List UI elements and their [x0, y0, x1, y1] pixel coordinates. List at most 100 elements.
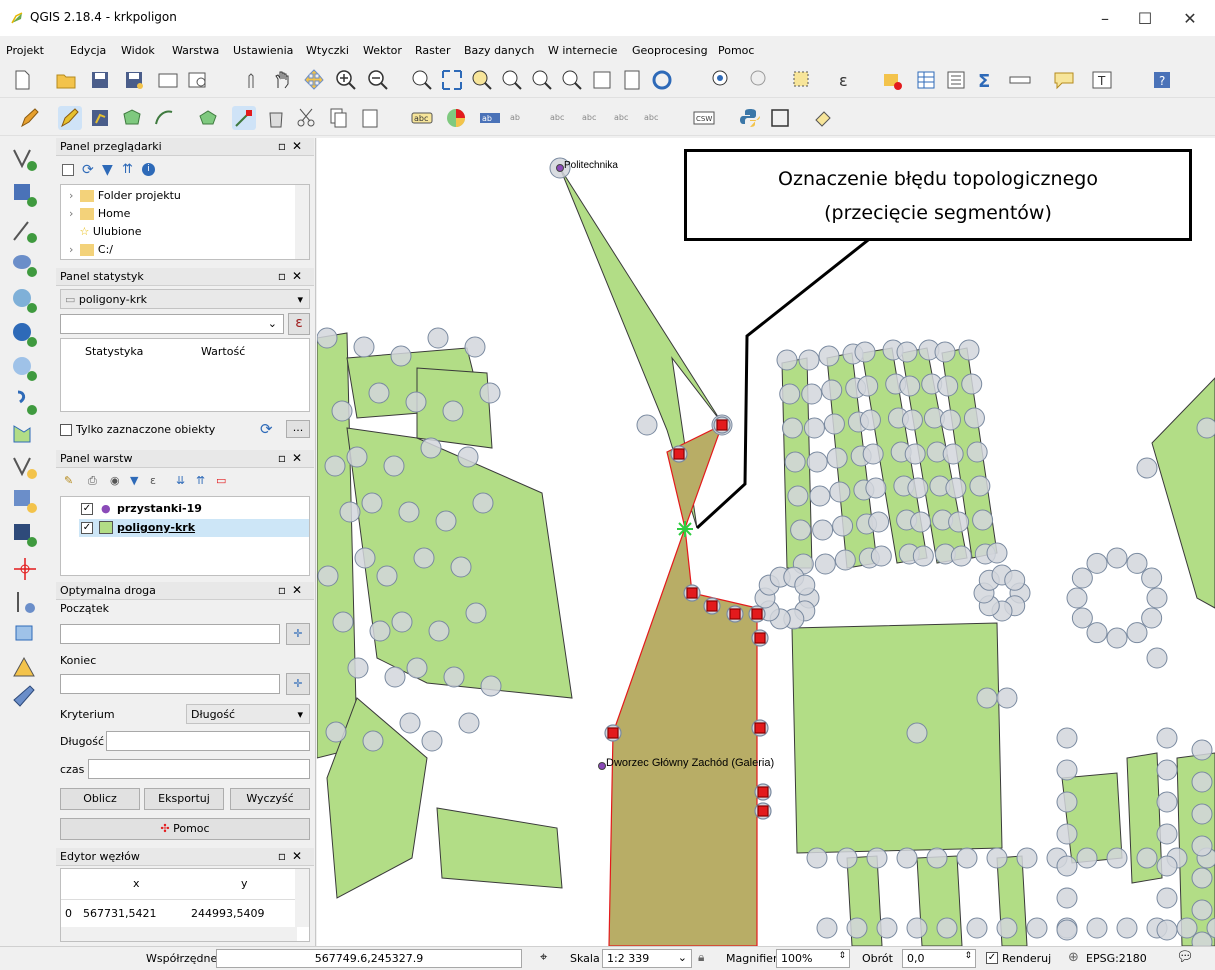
- show-labels-icon[interactable]: ab: [508, 106, 532, 130]
- attribute-table-icon[interactable]: [914, 68, 938, 92]
- magnifier-spinbox[interactable]: 100% ⇕: [776, 949, 850, 968]
- select-by-expression-icon[interactable]: ε: [835, 68, 859, 92]
- stats-layer-combo[interactable]: ▭ poligony-krk ▾: [60, 289, 310, 309]
- layer-name[interactable]: poligony-krk: [117, 521, 195, 534]
- digitize-icon[interactable]: [8, 554, 42, 584]
- map-canvas[interactable]: Politechnika Dworzec Główny Zachód (Gale…: [317, 138, 1215, 946]
- remove-layer-icon[interactable]: ▭: [216, 474, 226, 487]
- statistical-summary-icon[interactable]: Σ: [974, 68, 998, 92]
- layer-name[interactable]: przystanki-19: [117, 502, 202, 515]
- selected-vertex-marker[interactable]: [754, 722, 766, 734]
- layer-visibility-checkbox[interactable]: ✓: [81, 503, 93, 515]
- scale-combo[interactable]: 1:2 339 ⌄: [602, 949, 692, 968]
- rotation-spinbox[interactable]: 0,0 ⇕: [902, 949, 976, 968]
- time-output[interactable]: [88, 759, 310, 779]
- panel-float-close-icon[interactable]: ▫✕: [278, 269, 308, 283]
- add-spatialite-layer-icon[interactable]: [8, 286, 42, 316]
- paste-features-icon[interactable]: [358, 106, 382, 130]
- criterion-combo[interactable]: Długość ▾: [186, 704, 310, 724]
- length-output[interactable]: [106, 731, 310, 751]
- open-project-icon[interactable]: [54, 68, 78, 92]
- panel-float-close-icon[interactable]: ▫✕: [278, 139, 308, 153]
- add-delimited-text-icon[interactable]: [8, 216, 42, 246]
- add-wcs-layer-icon[interactable]: [8, 388, 42, 418]
- selected-vertex-marker[interactable]: [751, 608, 763, 620]
- digitizing-plugin-icon[interactable]: [8, 680, 42, 710]
- zoom-actual-size-icon[interactable]: [410, 68, 434, 92]
- calculate-button[interactable]: Oblicz: [60, 788, 140, 810]
- filter-expression-icon[interactable]: ε: [150, 474, 156, 487]
- selected-vertex-marker[interactable]: [673, 448, 685, 460]
- info-icon[interactable]: i: [142, 163, 155, 176]
- messages-icon[interactable]: 💬︎: [1176, 949, 1194, 965]
- toggle-editing-icon[interactable]: [58, 106, 82, 130]
- selected-vertex-marker[interactable]: [757, 786, 769, 798]
- add-wfs-layer-icon[interactable]: [8, 354, 42, 384]
- export-button[interactable]: Eksportuj: [144, 788, 224, 810]
- add-layer-plugin-icon[interactable]: [8, 620, 42, 650]
- add-virtual-raster-icon[interactable]: [8, 652, 42, 682]
- end-point-input[interactable]: [60, 674, 280, 694]
- tree-item[interactable]: ☆ Ulubione: [69, 225, 142, 238]
- lock-icon[interactable]: 🔒︎: [698, 950, 704, 965]
- add-wms-layer-icon[interactable]: [8, 320, 42, 350]
- extents-toggle-icon[interactable]: ⌖: [540, 950, 547, 965]
- measure-line-icon[interactable]: [1008, 68, 1032, 92]
- new-spatialite-layer-icon[interactable]: [8, 486, 42, 516]
- save-as-icon[interactable]: [122, 68, 146, 92]
- composer-manager-icon[interactable]: [186, 68, 210, 92]
- help-icon[interactable]: ?: [1150, 68, 1174, 92]
- filter-legend-icon[interactable]: ▼: [130, 474, 138, 487]
- only-selected-checkbox[interactable]: [60, 424, 72, 436]
- panel-float-close-icon[interactable]: ▫✕: [278, 849, 308, 863]
- touch-zoom-icon[interactable]: [240, 68, 264, 92]
- node-x-cell[interactable]: 567731,5421: [83, 907, 156, 920]
- menu-pomoc[interactable]: Pomoc: [718, 44, 754, 57]
- expression-button[interactable]: ε: [288, 313, 310, 335]
- menu-geoprocesing[interactable]: Geoprocesing: [632, 44, 708, 57]
- rotate-label-icon[interactable]: abc: [580, 106, 604, 130]
- change-label-icon[interactable]: abc: [612, 106, 636, 130]
- zoom-out-icon[interactable]: [366, 68, 390, 92]
- selected-vertex-marker[interactable]: [757, 805, 769, 817]
- start-point-input[interactable]: [60, 624, 280, 644]
- refresh-icon[interactable]: [650, 68, 674, 92]
- select-features-icon[interactable]: [790, 68, 814, 92]
- layer-diagram-icon[interactable]: [444, 106, 468, 130]
- menu-w-internecie[interactable]: W internecie: [548, 44, 617, 57]
- refresh-icon[interactable]: ⟳: [82, 162, 94, 178]
- zoom-to-selection-icon[interactable]: [470, 68, 494, 92]
- clear-button[interactable]: Wyczyść: [230, 788, 310, 810]
- text-annotation-icon[interactable]: T: [1090, 68, 1114, 92]
- run-feature-action-icon[interactable]: [748, 68, 772, 92]
- tree-item[interactable]: › Folder projektu: [69, 189, 181, 202]
- zoom-next-icon[interactable]: [560, 68, 584, 92]
- selected-vertex-marker[interactable]: [729, 608, 741, 620]
- move-feature-icon[interactable]: [196, 106, 220, 130]
- collapse-all-icon[interactable]: ⇈: [122, 162, 133, 177]
- node-tool-icon[interactable]: [232, 106, 256, 130]
- new-print-composer-icon[interactable]: [156, 68, 180, 92]
- move-label-icon[interactable]: abc: [548, 106, 572, 130]
- scrollbar[interactable]: [295, 185, 309, 259]
- coords-field[interactable]: 567749.6,245327.9: [216, 949, 522, 968]
- scrollbar[interactable]: [295, 869, 309, 927]
- render-checkbox[interactable]: ✓: [986, 952, 998, 964]
- menu-ustawienia[interactable]: Ustawienia: [233, 44, 293, 57]
- rectangle-tool-icon[interactable]: [768, 106, 792, 130]
- new-geopackage-layer-icon[interactable]: [8, 520, 42, 550]
- pan-to-selection-icon[interactable]: [302, 68, 326, 92]
- add-gps-layer-icon[interactable]: [8, 588, 42, 618]
- menu-raster[interactable]: Raster: [415, 44, 450, 57]
- copy-features-icon[interactable]: [326, 106, 350, 130]
- menu-wektor[interactable]: Wektor: [363, 44, 402, 57]
- add-feature-icon[interactable]: [120, 106, 144, 130]
- field-calculator-icon[interactable]: [944, 68, 968, 92]
- save-edits-icon[interactable]: [88, 106, 112, 130]
- new-map-view-icon[interactable]: [590, 68, 614, 92]
- add-circular-string-icon[interactable]: [152, 106, 176, 130]
- selected-vertex-marker[interactable]: [716, 419, 728, 431]
- map-tips-icon[interactable]: [1052, 68, 1076, 92]
- layer-visibility-checkbox[interactable]: ✓: [81, 522, 93, 534]
- add-virtual-layer-icon[interactable]: [8, 420, 42, 450]
